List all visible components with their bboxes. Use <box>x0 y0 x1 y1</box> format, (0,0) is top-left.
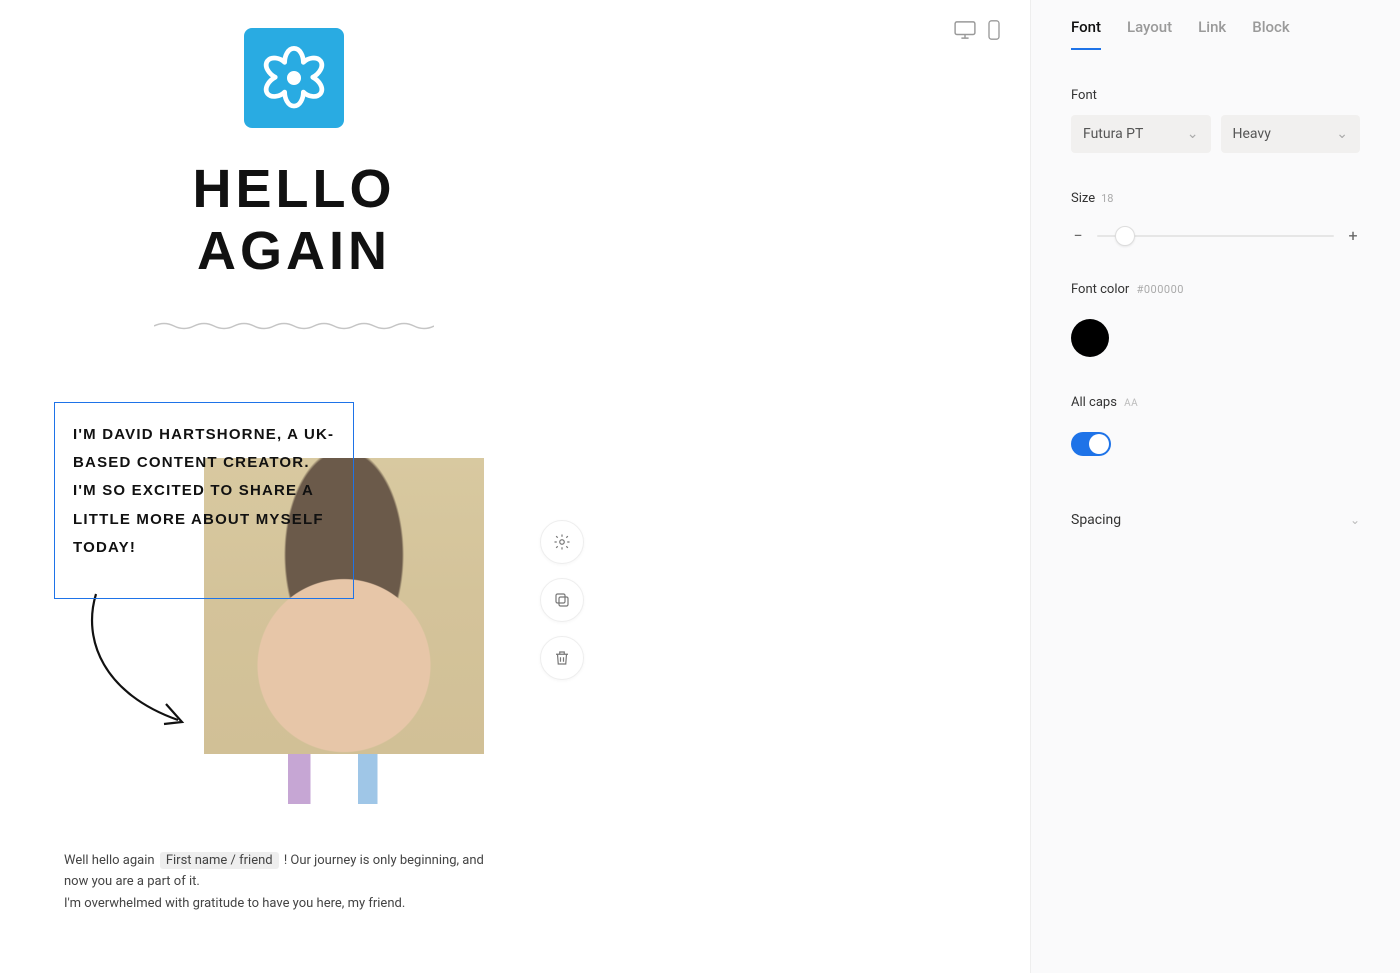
size-section: Size 18 <box>1071 191 1360 206</box>
sidebar-tabs: Font Layout Link Block <box>1071 0 1360 50</box>
device-switch <box>954 20 1000 40</box>
allcaps-hint: AA <box>1124 398 1138 409</box>
allcaps-toggle[interactable] <box>1071 432 1111 456</box>
chevron-down-icon: ⌄ <box>1350 513 1360 527</box>
chevron-down-icon: ⌄ <box>1336 126 1348 142</box>
font-weight-select[interactable]: Heavy ⌄ <box>1221 115 1361 153</box>
chevron-down-icon: ⌄ <box>1187 126 1199 142</box>
font-section-label: Font <box>1071 88 1360 103</box>
spacing-accordion[interactable]: Spacing ⌄ <box>1071 512 1360 528</box>
block-delete-button[interactable] <box>540 636 584 680</box>
size-slider-thumb[interactable] <box>1115 226 1135 246</box>
hero-heading[interactable]: HELLO AGAIN <box>54 158 534 282</box>
font-color-hex: #000000 <box>1137 283 1184 296</box>
size-decrease-button[interactable]: − <box>1071 228 1085 244</box>
size-increase-button[interactable]: + <box>1346 228 1360 244</box>
toggle-knob <box>1089 434 1109 454</box>
font-color-swatch[interactable] <box>1071 319 1109 357</box>
size-label: Size <box>1071 191 1095 206</box>
font-family-value: Futura PT <box>1083 126 1143 142</box>
wave-divider <box>154 316 434 326</box>
block-duplicate-button[interactable] <box>540 578 584 622</box>
font-color-section: Font color #000000 <box>1071 282 1360 297</box>
font-selects: Futura PT ⌄ Heavy ⌄ <box>1071 115 1360 153</box>
font-weight-value: Heavy <box>1233 126 1271 142</box>
body-paragraph-1: Well hello again First name / friend ! O… <box>64 850 494 893</box>
body-copy[interactable]: Well hello again First name / friend ! O… <box>64 850 494 914</box>
hero-line1: HELLO <box>193 159 396 219</box>
tab-block[interactable]: Block <box>1252 18 1289 50</box>
block-settings-button[interactable] <box>540 520 584 564</box>
tab-layout[interactable]: Layout <box>1127 18 1172 50</box>
body-p1-a: Well hello again <box>64 853 155 868</box>
size-value: 18 <box>1101 192 1113 205</box>
mobile-icon[interactable] <box>988 20 1000 40</box>
spacing-label: Spacing <box>1071 512 1121 528</box>
intro-text: I'm David Hartshorne, a UK-based content… <box>73 421 335 562</box>
size-slider: − + <box>1071 228 1360 244</box>
tab-link[interactable]: Link <box>1198 18 1226 50</box>
allcaps-section: All caps AA <box>1071 395 1360 410</box>
desktop-icon[interactable] <box>954 21 976 39</box>
merge-tag[interactable]: First name / friend <box>160 852 279 869</box>
email-content: HELLO AGAIN <box>54 10 534 326</box>
editor-canvas: HELLO AGAIN I'm David Hartshorne, a UK-b… <box>0 0 1030 973</box>
properties-sidebar: Font Layout Link Block Font Futura PT ⌄ … <box>1030 0 1400 973</box>
brand-logo <box>244 28 344 128</box>
block-toolbar <box>540 520 584 680</box>
tab-font[interactable]: Font <box>1071 18 1101 50</box>
selected-text-block[interactable]: I'm David Hartshorne, a UK-based content… <box>54 402 354 599</box>
arrow-decoration <box>74 590 204 730</box>
font-color-label: Font color <box>1071 282 1129 297</box>
body-paragraph-2: I'm overwhelmed with gratitude to have y… <box>64 893 494 914</box>
font-family-select[interactable]: Futura PT ⌄ <box>1071 115 1211 153</box>
allcaps-label: All caps <box>1071 395 1117 410</box>
hero-line2: AGAIN <box>197 221 391 281</box>
size-slider-track[interactable] <box>1097 235 1334 237</box>
